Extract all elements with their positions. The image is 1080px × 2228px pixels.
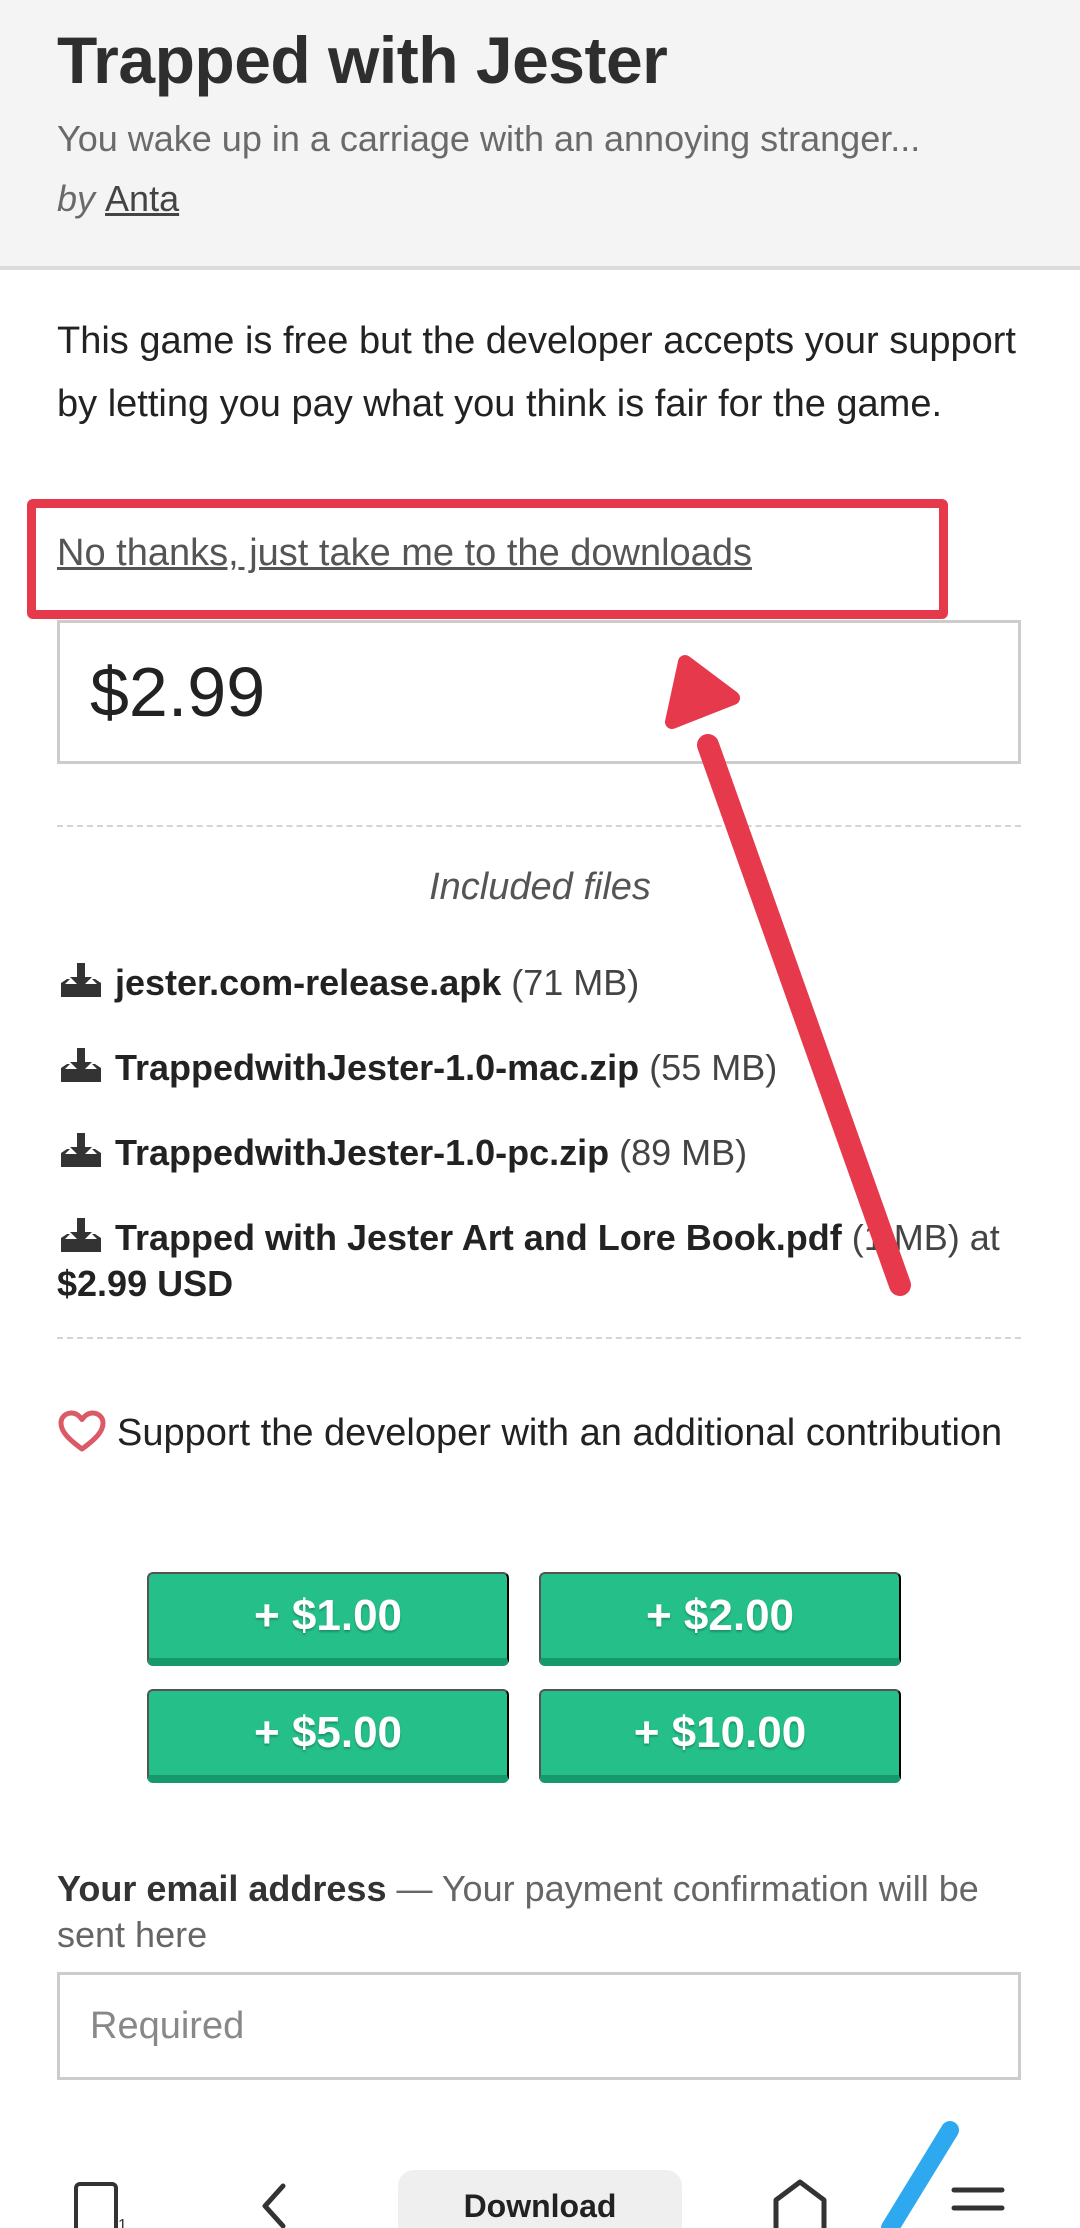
annotation-blue-stroke <box>881 2121 959 2228</box>
page: Trapped with Jester You wake up in a car… <box>0 0 1080 2228</box>
